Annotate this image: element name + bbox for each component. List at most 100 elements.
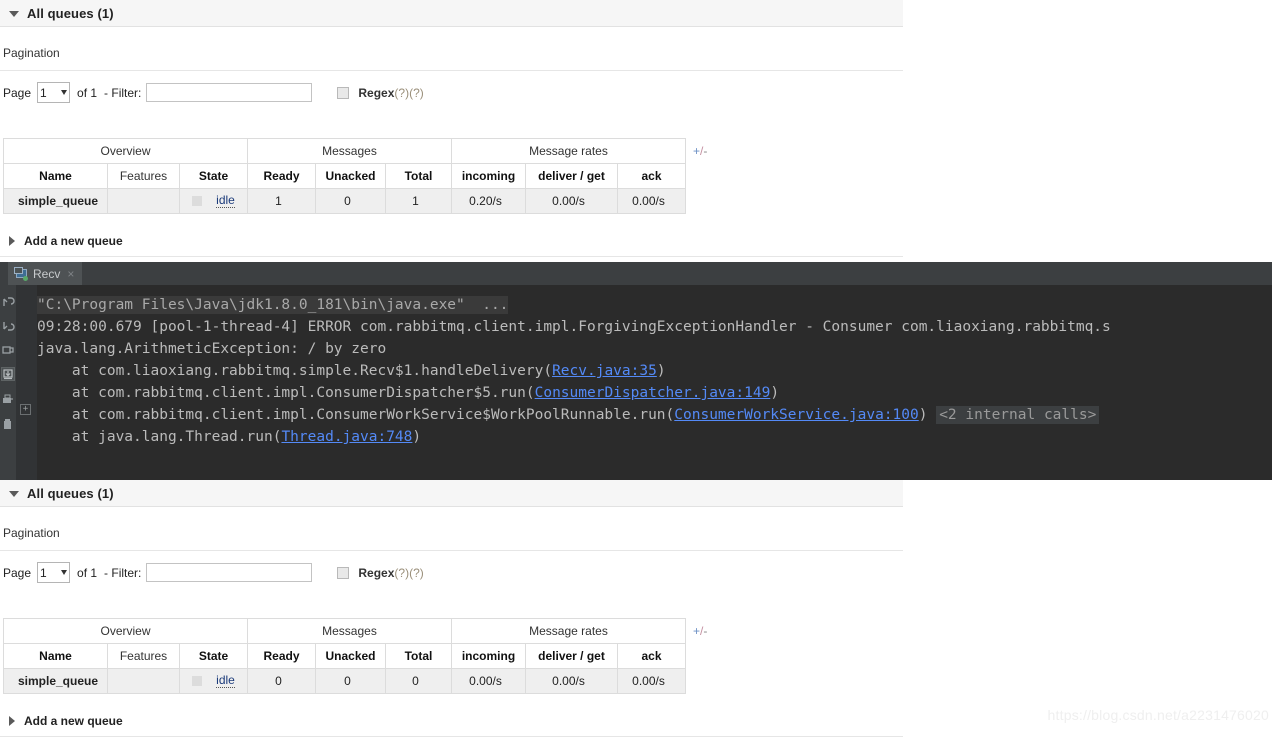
print-icon[interactable] (1, 393, 15, 407)
frame-2-suffix: ) (770, 385, 780, 401)
add-queue-label: Add a new queue (24, 714, 123, 728)
regex-help-icon[interactable]: (?)(?) (394, 566, 423, 580)
columns-toggle[interactable]: +/- (693, 624, 707, 638)
frame-3-link[interactable]: ConsumerWorkService.java:100 (674, 407, 918, 423)
close-icon[interactable]: × (67, 268, 74, 280)
column-header-incoming[interactable]: incoming (451, 163, 526, 189)
table-column-header-row: Name Features State Ready Unacked Total … (3, 163, 686, 189)
console-line-command: "C:\Program Files\Java\jdk1.8.0_181\bin\… (37, 294, 509, 316)
rerun-icon[interactable] (1, 295, 15, 309)
column-header-incoming[interactable]: incoming (451, 643, 526, 669)
column-header-ack[interactable]: ack (617, 163, 686, 189)
watermark: https://blog.csdn.net/a2231476020 (1047, 707, 1269, 723)
group-header-messages: Messages (247, 618, 452, 644)
frame-1-link[interactable]: Recv.java:35 (552, 363, 657, 379)
column-header-unacked[interactable]: Unacked (315, 643, 386, 669)
regex-help-icon[interactable]: (?)(?) (394, 86, 423, 100)
chevron-down-icon[interactable] (9, 10, 19, 17)
page-select-value: 1 (40, 85, 47, 100)
restart-icon[interactable] (1, 343, 15, 357)
column-header-ready[interactable]: Ready (247, 163, 316, 189)
chevron-down-icon[interactable] (9, 490, 19, 497)
console-line-frame-1: at com.liaoxiang.rabbitmq.simple.Recv$1.… (37, 360, 666, 382)
cell-state: idle (179, 668, 248, 694)
filter-input[interactable] (146, 563, 313, 582)
console-tab-recv[interactable]: Recv × (8, 262, 83, 285)
chevron-down-icon (61, 90, 68, 95)
console-line-exception: java.lang.ArithmeticException: / by zero (37, 341, 387, 357)
cell-incoming: 0.00/s (451, 668, 526, 694)
page-label: Page (3, 85, 32, 100)
group-header-overview: Overview (3, 618, 248, 644)
column-header-features[interactable]: Features (107, 643, 180, 669)
section-2-title: All queues (1) (27, 485, 114, 501)
add-queue-toggle[interactable]: Add a new queue (9, 714, 123, 728)
console-line-error-header: 09:28:00.679 [pool-1-thread-4] ERROR com… (37, 319, 1111, 335)
column-header-ready[interactable]: Ready (247, 643, 316, 669)
page-of-label: of 1 (77, 565, 98, 580)
filter-label: - Filter: (104, 565, 142, 580)
console-output[interactable]: "C:\Program Files\Java\jdk1.8.0_181\bin\… (37, 285, 1272, 480)
section-1-divider (0, 70, 903, 71)
frame-3-internal-calls[interactable]: <2 internal calls> (936, 406, 1100, 424)
add-queue-toggle[interactable]: Add a new queue (9, 234, 123, 248)
column-header-name[interactable]: Name (3, 643, 108, 669)
cell-deliver-get: 0.00/s (525, 668, 618, 694)
section-1-pager: Page 1 of 1 - Filter: Regex(?)(?) (3, 82, 424, 103)
frame-3-prefix: at com.rabbitmq.client.impl.ConsumerWork… (37, 407, 675, 423)
column-header-total[interactable]: Total (385, 163, 452, 189)
page-label: Page (3, 565, 32, 580)
column-header-total[interactable]: Total (385, 643, 452, 669)
table-group-header-row: Overview Messages Message rates (3, 618, 686, 644)
frame-1-suffix: ) (656, 363, 666, 379)
column-header-name[interactable]: Name (3, 163, 108, 189)
console-line-frame-2: at com.rabbitmq.client.impl.ConsumerDisp… (37, 382, 779, 404)
run-console-panel: C i iiI Recv × (0, 262, 1272, 480)
column-header-deliver-get[interactable]: deliver / get (525, 643, 618, 669)
section-1-bottom-divider (0, 256, 903, 257)
stop-icon[interactable] (1, 319, 15, 333)
regex-checkbox[interactable] (337, 86, 350, 99)
chevron-right-icon[interactable] (9, 716, 15, 726)
columns-toggle[interactable]: +/- (693, 144, 707, 158)
scroll-to-end-icon[interactable] (1, 367, 15, 381)
cell-features (107, 188, 180, 214)
cell-unacked: 0 (315, 668, 386, 694)
chevron-right-icon[interactable] (9, 236, 15, 246)
table-row: simple_queue idle 0 0 0 0.00/s 0.00/s 0.… (3, 668, 686, 694)
group-header-overview: Overview (3, 138, 248, 164)
section-2-header[interactable]: All queues (1) (0, 480, 903, 507)
queues-section-2: All queues (1) Pagination Page 1 of 1 - … (0, 480, 1272, 737)
frame-2-link[interactable]: ConsumerDispatcher.java:149 (535, 385, 771, 401)
section-1-pagination-label: Pagination (3, 46, 60, 60)
trash-icon[interactable] (1, 417, 15, 431)
cell-incoming: 0.20/s (451, 188, 526, 214)
column-header-features[interactable]: Features (107, 163, 180, 189)
cell-queue-name[interactable]: simple_queue (3, 188, 108, 214)
page-select[interactable]: 1 (37, 82, 71, 103)
console-command-text: "C:\Program Files\Java\jdk1.8.0_181\bin\… (37, 296, 509, 314)
frame-4-prefix: at java.lang.Thread.run( (37, 429, 282, 445)
regex-checkbox[interactable] (337, 566, 350, 579)
column-header-state[interactable]: State (179, 643, 248, 669)
section-1-header[interactable]: All queues (1) (0, 0, 903, 27)
page-select[interactable]: 1 (37, 562, 71, 583)
section-2-pagination-label: Pagination (3, 526, 60, 540)
regex-text: Regex (358, 565, 395, 580)
column-header-ack[interactable]: ack (617, 643, 686, 669)
regex-text: Regex (358, 85, 395, 100)
queues-table-2: Overview Messages Message rates Name Fea… (3, 618, 686, 694)
console-line-frame-4: at java.lang.Thread.run(Thread.java:748) (37, 426, 421, 448)
column-header-deliver-get[interactable]: deliver / get (525, 163, 618, 189)
column-header-state[interactable]: State (179, 163, 248, 189)
frame-4-suffix: ) (412, 429, 422, 445)
cell-ack: 0.00/s (617, 668, 686, 694)
column-header-unacked[interactable]: Unacked (315, 163, 386, 189)
cell-queue-name[interactable]: simple_queue (3, 668, 108, 694)
fold-expand-icon[interactable]: + (20, 404, 31, 415)
filter-input[interactable] (146, 83, 313, 102)
table-group-header-row: Overview Messages Message rates (3, 138, 686, 164)
state-color-swatch (192, 196, 203, 206)
frame-4-link[interactable]: Thread.java:748 (281, 429, 412, 445)
console-gutter (16, 285, 37, 480)
